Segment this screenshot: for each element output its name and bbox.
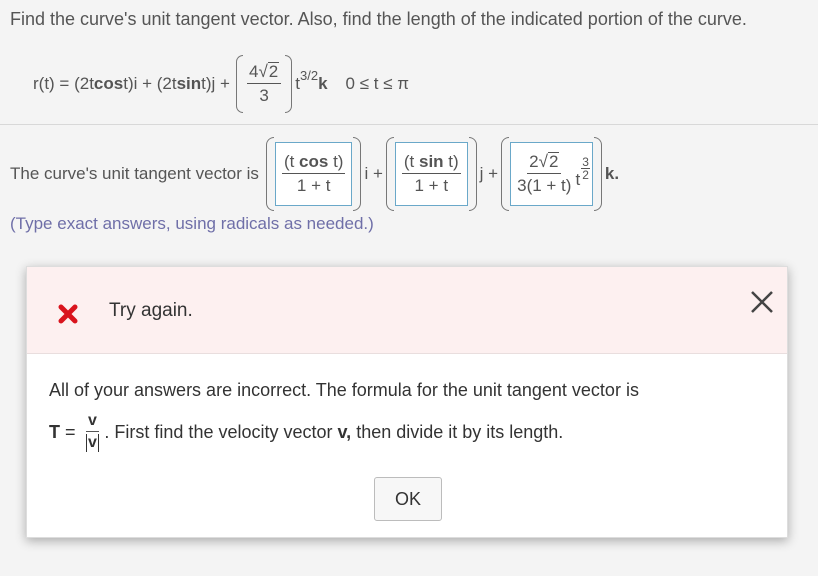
divider xyxy=(0,124,818,125)
close-icon[interactable] xyxy=(749,289,775,315)
coef-paren: 4 √ 2 3 xyxy=(235,55,293,113)
k-exponent: 3 2 xyxy=(581,156,590,181)
r-mid: t)i + (2t xyxy=(123,74,177,93)
j-answer-box[interactable]: (t sin t) 1 + t xyxy=(394,142,468,206)
k-answer-box[interactable]: 2 √ 2 3(1 + t) t 3 2 xyxy=(510,142,593,206)
status-text: Try again. xyxy=(109,300,193,321)
coef-fraction: 4 √ 2 3 xyxy=(243,55,285,113)
coef-rad: 2 xyxy=(267,62,280,81)
k-num-coef: 2 xyxy=(529,152,539,171)
k-num-rad: 2 xyxy=(547,152,560,171)
hint-text: (Type exact answers, using radicals as n… xyxy=(10,214,374,233)
message-line2-v: v, xyxy=(337,421,352,442)
message-line2-b: then divide it by its length. xyxy=(351,421,564,442)
dialog-header: Try again. xyxy=(27,267,787,354)
tangent-answer: The curve's unit tangent vector is (t co… xyxy=(10,134,619,214)
r-cos: cos xyxy=(93,74,124,93)
message-line1: All of your answers are incorrect. The f… xyxy=(49,380,639,400)
r-mid2: t)j + xyxy=(201,74,230,93)
k-label: k. xyxy=(604,164,620,183)
r-exp: 3/2 xyxy=(299,67,319,83)
instruction-text: Find the curve's unit tangent vector. Al… xyxy=(10,9,747,29)
message-line2-a: . First find the velocity vector xyxy=(104,421,338,442)
formula-T: T xyxy=(49,421,60,442)
j-num-fn: sin xyxy=(419,152,444,171)
i-den: 1 + t xyxy=(296,176,331,195)
k-den: 3(1 + t) xyxy=(517,176,572,195)
r-lhs: r(t) = (2t xyxy=(33,74,94,93)
x-mark-icon xyxy=(58,304,78,324)
ok-button[interactable]: OK xyxy=(374,477,442,521)
j-label: j + xyxy=(479,164,499,183)
curve-equation: r(t) = (2t cos t)i + (2t sin t)j + 4 √ 2 3… xyxy=(33,52,409,116)
r-sin: sin xyxy=(176,74,202,93)
j-paren: (t sin t) 1 + t xyxy=(385,137,477,211)
formula-fraction: v v xyxy=(81,412,105,452)
k-tpow: t xyxy=(575,170,581,189)
coef-den: 3 xyxy=(259,86,269,105)
formula-num: v xyxy=(86,412,99,432)
k-exp-num: 3 xyxy=(581,154,590,169)
formula-eq: = xyxy=(60,421,81,442)
k-paren: 2 √ 2 3(1 + t) t 3 2 xyxy=(501,137,602,211)
r-k: k xyxy=(318,74,328,93)
i-num-fn: cos xyxy=(299,152,329,171)
message-line2: T = v v . First find the velocity vector… xyxy=(49,407,563,457)
i-num-pre: (t xyxy=(283,152,300,171)
j-num-post: t) xyxy=(443,152,459,171)
i-paren: (t cos t) 1 + t xyxy=(265,137,362,211)
formula-den: v xyxy=(88,434,97,451)
j-num-pre: (t xyxy=(403,152,419,171)
r-range: 0 ≤ t ≤ π xyxy=(345,74,409,93)
i-label: i + xyxy=(364,164,383,183)
k-exp-den: 2 xyxy=(582,167,589,182)
j-den: 1 + t xyxy=(414,176,449,195)
i-num-post: t) xyxy=(328,152,344,171)
i-answer-box[interactable]: (t cos t) 1 + t xyxy=(274,142,353,206)
coef-num: 4 xyxy=(248,62,259,81)
answer-prompt: The curve's unit tangent vector is xyxy=(10,164,259,183)
feedback-dialog: Try again. All of your answers are incor… xyxy=(26,266,788,538)
